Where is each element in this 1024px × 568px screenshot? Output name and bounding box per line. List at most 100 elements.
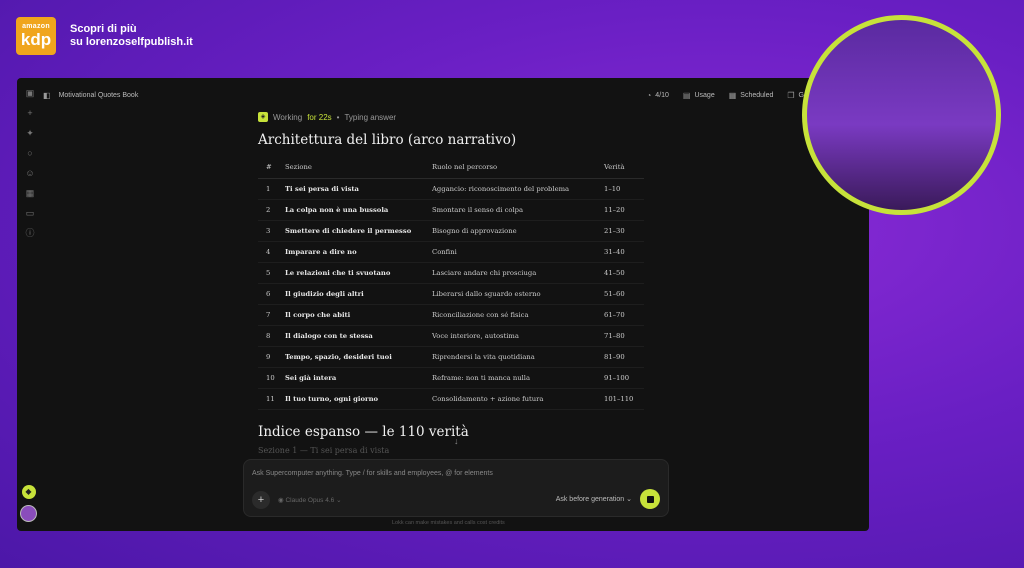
table-row: 8 Il dialogo con te stessa Voce interiore,… <box>258 325 644 347</box>
row-section: Il tuo turno, ogni giorno <box>285 388 432 410</box>
architecture-table: # Sezione Ruolo nel percorso Verità 1 Ti … <box>258 157 644 410</box>
chat-content: ◈ Working for 22s • Typing answer Archit… <box>258 108 658 455</box>
row-section: Imparare a dire no <box>285 241 432 263</box>
kdp-brand: amazon kdp Scopri di più su lorenzoselfp… <box>16 17 193 55</box>
row-role: Voce interiore, autostima <box>432 325 604 347</box>
agent-icon: ◈ <box>258 112 268 122</box>
row-number: 9 <box>258 346 285 368</box>
table-row: 7 Il corpo che abiti Riconciliazione con s… <box>258 304 644 326</box>
model-label: Claude Opus 4.6 <box>285 497 335 504</box>
table-row: 4 Imparare a dire no Confini 31–40 <box>258 241 644 263</box>
page-title: Motivational Quotes Book <box>58 91 139 99</box>
promo-text: Scopri di più su lorenzoselfpublish.it <box>70 23 193 49</box>
working-status: ◈ Working for 22s • Typing answer <box>258 108 658 126</box>
row-role: Smontare il senso di colpa <box>432 199 604 221</box>
row-role: Riprendersi la vita quotidiana <box>432 346 604 368</box>
row-section: Il dialogo con te stessa <box>285 325 432 347</box>
app-window: ▣ + ✦ ○ ☺ ▦ ▭ ⓘ ◆ ◧ Motivational Quotes … <box>17 78 869 531</box>
table-row: 1 Ti sei persa di vista Aggancio: riconosc… <box>258 178 644 200</box>
row-truths: 11–20 <box>604 199 644 221</box>
row-number: 6 <box>258 283 285 305</box>
promo-line-1: Scopri di più <box>70 23 137 35</box>
status-separator: • <box>336 112 340 122</box>
add-attachment-button[interactable]: + <box>252 491 270 509</box>
promo-line-2: su lorenzoselfpublish.it <box>70 36 193 48</box>
row-number: 8 <box>258 325 285 347</box>
row-role: Bisogno di approvazione <box>432 220 604 242</box>
section-heading: Architettura del libro (arco narrativo) <box>258 132 517 148</box>
calendar-icon[interactable]: ▦ <box>24 188 36 199</box>
row-section: Ti sei persa di vista <box>285 178 432 200</box>
row-role: Reframe: non ti manca nulla <box>432 367 604 389</box>
row-truths: 91–100 <box>604 367 644 389</box>
row-number: 1 <box>258 178 285 200</box>
col-header-section: Sezione <box>285 157 432 179</box>
row-role: Riconciliazione con sé fisica <box>432 304 604 326</box>
row-section: Il giudizio degli altri <box>285 283 432 305</box>
row-number: 4 <box>258 241 285 263</box>
search-icon[interactable]: ○ <box>24 148 36 159</box>
status-label: Working <box>273 112 303 122</box>
row-role: Consolidamento + azione futura <box>432 388 604 410</box>
row-number: 5 <box>258 262 285 284</box>
generation-mode-select[interactable]: Ask before generation ⌄ <box>556 495 632 503</box>
row-role: Confini <box>432 241 604 263</box>
folder-icon[interactable]: ▭ <box>24 208 36 219</box>
row-role: Aggancio: riconoscimento del problema <box>432 178 604 200</box>
table-row: 6 Il giudizio degli altri Liberarsi dallo … <box>258 283 644 305</box>
clock-icon: ◔ <box>646 90 652 100</box>
faded-subheading: Sezione 1 — Ti sei persa di vista <box>258 445 390 455</box>
row-section: Tempo, spazio, desideri tuoi <box>285 346 432 368</box>
col-header-role: Ruolo nel percorso <box>432 157 604 179</box>
table-row: 9 Tempo, spazio, desideri tuoi Riprendersi… <box>258 346 644 368</box>
row-role: Lasciare andare chi prosciuga <box>432 262 604 284</box>
usage-button[interactable]: ▤ Usage <box>683 91 715 100</box>
status-typing: Typing answer <box>344 112 397 122</box>
gallery-icon: ❐ <box>787 90 795 100</box>
row-section: La colpa non è una bussola <box>285 199 432 221</box>
stop-icon <box>646 495 654 503</box>
gem-icon[interactable]: ◆ <box>21 485 36 499</box>
row-truths: 71–80 <box>604 325 644 347</box>
logo-kdp-text: kdp <box>20 30 52 49</box>
table-row: 3 Smettere di chiedere il permesso Bisogno… <box>258 220 644 242</box>
table-row: 11 Il tuo turno, ogni giorno Consolidament… <box>258 388 644 410</box>
sidebar-toggle-icon[interactable]: ▣ <box>24 88 36 99</box>
table-row: 2 La colpa non è una bussola Smontare il s… <box>258 199 644 221</box>
row-role: Liberarsi dallo sguardo esterno <box>432 283 604 305</box>
left-rail: ▣ + ✦ ○ ☺ ▦ ▭ ⓘ ◆ <box>17 78 43 531</box>
prompt-input[interactable]: Ask Supercomputer anything. Type / for s… <box>252 470 493 477</box>
avatar[interactable] <box>20 505 37 522</box>
composer: Ask Supercomputer anything. Type / for s… <box>243 459 669 517</box>
scroll-down-icon[interactable]: ↓ <box>454 436 459 446</box>
row-truths: 21–30 <box>604 220 644 242</box>
compass-icon[interactable]: ✦ <box>24 128 36 139</box>
usage-icon: ▤ <box>682 90 691 100</box>
row-truths: 41–50 <box>604 262 644 284</box>
col-header-truths: Verità <box>604 157 644 179</box>
info-icon[interactable]: ⓘ <box>24 228 36 239</box>
progress-text: 4/10 <box>655 91 669 99</box>
row-section: Smettere di chiedere il permesso <box>285 220 432 242</box>
row-truths: 61–70 <box>604 304 644 326</box>
model-selector[interactable]: ◉ Claude Opus 4.6 ⌄ <box>278 496 342 504</box>
scheduled-button[interactable]: ▦ Scheduled <box>729 91 774 100</box>
row-section: Sei già intera <box>285 367 432 389</box>
usage-label: Usage <box>694 91 715 99</box>
people-icon[interactable]: ☺ <box>24 168 36 179</box>
generation-mode-label: Ask before generation <box>555 496 625 503</box>
new-icon[interactable]: + <box>24 108 36 119</box>
scheduled-icon: ▦ <box>728 90 737 100</box>
row-truths: 31–40 <box>604 241 644 263</box>
row-section: Il corpo che abiti <box>285 304 432 326</box>
row-number: 2 <box>258 199 285 221</box>
stop-button[interactable] <box>640 489 660 509</box>
row-number: 7 <box>258 304 285 326</box>
row-number: 3 <box>258 220 285 242</box>
status-duration: for 22s <box>307 112 332 122</box>
row-number: 10 <box>258 367 285 389</box>
panel-icon[interactable]: ◧ <box>43 91 51 100</box>
table-header-row: # Sezione Ruolo nel percorso Verità <box>258 157 644 179</box>
progress-indicator[interactable]: ◔ 4/10 <box>646 91 668 100</box>
footer-note: Lokk can make mistakes and calls cost cr… <box>392 520 505 526</box>
